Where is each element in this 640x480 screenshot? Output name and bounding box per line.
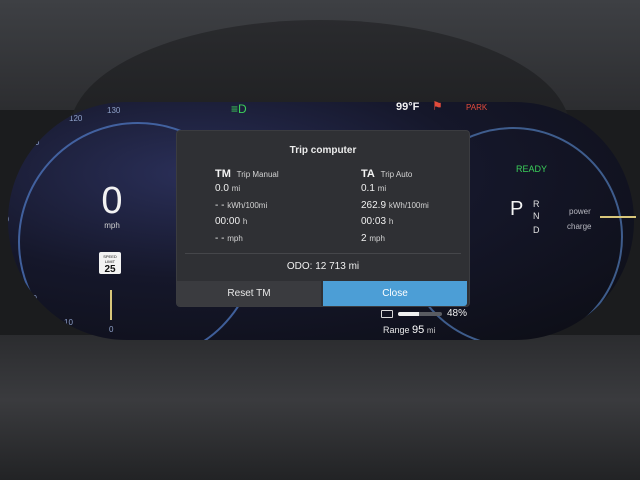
range-label: Range <box>383 325 410 335</box>
trip-auto-time: 00:03 h <box>361 216 481 233</box>
battery-icon <box>381 310 393 318</box>
trip-manual-consumption: - - kWh/100mi <box>215 200 335 217</box>
odometer-label: ODO: <box>286 261 313 272</box>
trip-manual-distance: 0.0 mi <box>215 183 335 200</box>
battery-level-bar <box>398 312 442 316</box>
odometer-value: 12 713 <box>315 261 346 272</box>
gear-selected: P <box>510 198 524 220</box>
reset-tm-button[interactable]: Reset TM <box>177 281 321 306</box>
trip-auto-consumption: 262.9 kWh/100mi <box>361 200 481 217</box>
trip-value: - - <box>215 232 225 244</box>
dialog-divider <box>185 253 461 254</box>
trip-unit: kWh/100mi <box>388 200 429 210</box>
trip-value: 00:00 <box>215 216 241 227</box>
speed-limit-sign: SPEED LIMIT 25 <box>99 252 121 275</box>
speed-unit: mph <box>104 221 120 230</box>
range-unit: mi <box>426 326 436 335</box>
speed-limit-label: SPEED LIMIT <box>103 254 117 264</box>
trip-auto-distance: 0.1 mi <box>361 183 481 200</box>
speed-value: 0 <box>101 180 123 222</box>
trip-manual-avg-speed: - - mph <box>215 233 335 250</box>
trip-manual-column: TM Trip Manual 0.0 mi - - kWh/100mi 00:0… <box>215 168 335 249</box>
dashboard-housing-bottom <box>0 335 640 480</box>
speed-tick: 0 <box>109 325 114 334</box>
speedometer-needle <box>110 290 112 320</box>
speed-tick: 130 <box>107 106 121 115</box>
trip-auto-column: TA Trip Auto 0.1 mi 262.9 kWh/100mi 00:0… <box>361 168 481 249</box>
close-button[interactable]: Close <box>323 281 467 306</box>
trip-unit: h <box>242 217 248 226</box>
trip-auto-avg-speed: 2 mph <box>361 233 481 250</box>
trip-unit: mph <box>369 233 385 243</box>
dialog-title: Trip computer <box>289 145 357 156</box>
speed-tick: 100 <box>26 138 40 147</box>
speed-tick: 60 <box>8 215 9 224</box>
trip-manual-header: TM Trip Manual <box>215 168 335 183</box>
trip-value: 262.9 <box>361 199 387 211</box>
ready-indicator: READY <box>516 164 548 174</box>
trip-auto-name: Trip Auto <box>380 170 413 179</box>
trip-auto-header: TA Trip Auto <box>361 168 481 183</box>
trip-auto-abbr: TA <box>361 168 375 180</box>
speed-tick: 80 <box>8 174 15 183</box>
speed-limit-value: 25 <box>104 264 116 275</box>
gear-option: R <box>533 199 540 209</box>
range-value: 95 <box>412 324 425 336</box>
trip-value: 0.1 <box>361 183 375 194</box>
trip-value: - - <box>215 199 225 211</box>
speed-tick: 120 <box>69 114 83 123</box>
speed-tick: 20 <box>28 294 37 303</box>
speed-tick: 40 <box>8 258 12 267</box>
speed-tick: 10 <box>64 318 73 327</box>
trip-value: 0.0 <box>215 183 229 194</box>
outside-temperature: 99°F <box>396 101 420 113</box>
trip-unit: mph <box>227 233 243 243</box>
trip-unit: mi <box>377 184 387 193</box>
park-brake-indicator: PARK <box>466 103 488 112</box>
odometer: ODO: 12 713 mi <box>177 261 469 272</box>
battery-percent: 48% <box>447 308 468 319</box>
trip-manual-abbr: TM <box>215 168 231 180</box>
seatbelt-warning-icon: ⚑ <box>432 99 443 113</box>
power-gauge-needle <box>600 216 636 218</box>
trip-manual-time: 00:00 h <box>215 216 335 233</box>
trip-unit: h <box>388 217 394 226</box>
gear-option: N <box>533 211 540 221</box>
trip-value: 00:03 <box>361 216 387 227</box>
trip-computer-dialog: Trip computer TM Trip Manual 0.0 mi - - … <box>177 131 469 306</box>
trip-unit: mi <box>231 184 241 193</box>
headlights-icon: ≡D <box>231 102 247 116</box>
charge-label: charge <box>567 222 592 231</box>
trip-value: 2 <box>361 232 367 244</box>
trip-manual-name: Trip Manual <box>236 170 279 179</box>
odometer-unit: mi <box>348 261 360 272</box>
battery-level-fill <box>398 312 420 316</box>
gear-option: D <box>533 225 540 235</box>
power-label: power <box>569 207 591 216</box>
trip-unit: kWh/100mi <box>227 200 268 210</box>
range-readout: Range 95 mi <box>383 324 435 336</box>
